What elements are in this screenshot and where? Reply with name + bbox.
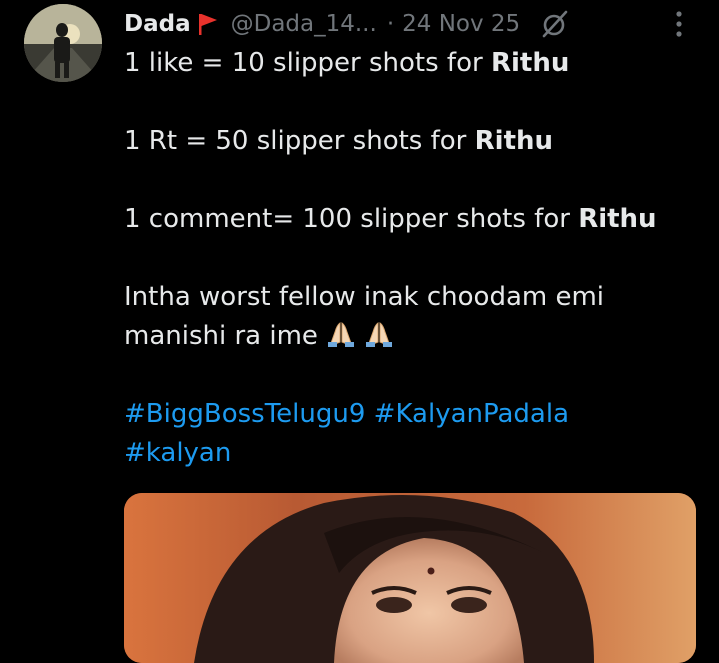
- tweet-line: Intha worst fellow inak choodam emi: [124, 282, 605, 312]
- display-name[interactable]: Dada: [124, 11, 191, 37]
- mention-name: Rithu: [578, 204, 657, 234]
- tweet-header: Dada @Dada_14... · 24 Nov 25: [124, 6, 707, 42]
- tweet-media-image[interactable]: [124, 493, 696, 663]
- tweet-line: 1 like = 10 slipper shots for Rithu: [124, 48, 570, 78]
- red-flag-icon: [197, 12, 219, 36]
- hashtag-link[interactable]: #kalyan: [124, 438, 231, 468]
- more-vertical-icon[interactable]: [675, 10, 683, 38]
- tweet-line: 1 Rt = 50 slipper shots for Rithu: [124, 126, 554, 156]
- mention-name: Rithu: [474, 126, 554, 156]
- avatar-image: [24, 4, 102, 82]
- hashtag-link[interactable]: #BiggBossTelugu9: [124, 399, 365, 429]
- media-photo: [124, 493, 696, 663]
- hashtag-link[interactable]: #KalyanPadala: [374, 399, 569, 429]
- separator-dot: ·: [386, 11, 395, 37]
- tweet-body: 1 like = 10 slipper shots for Rithu 1 Rt…: [124, 44, 704, 473]
- avatar[interactable]: [24, 4, 102, 82]
- grok-icon[interactable]: [540, 9, 570, 39]
- tweet-line: 1 comment= 100 slipper shots for Rithu: [124, 204, 657, 234]
- folded-hands-emoji: [326, 320, 356, 348]
- hashtag-line: #kalyan: [124, 434, 704, 473]
- mention-name: Rithu: [490, 48, 570, 78]
- tweet-line: manishi ra ime: [124, 317, 704, 356]
- hashtag-line: #BiggBossTelugu9 #KalyanPadala: [124, 395, 704, 434]
- folded-hands-emoji: [364, 320, 394, 348]
- user-handle[interactable]: @Dada_14...: [231, 11, 377, 37]
- tweet-date[interactable]: 24 Nov 25: [402, 11, 520, 37]
